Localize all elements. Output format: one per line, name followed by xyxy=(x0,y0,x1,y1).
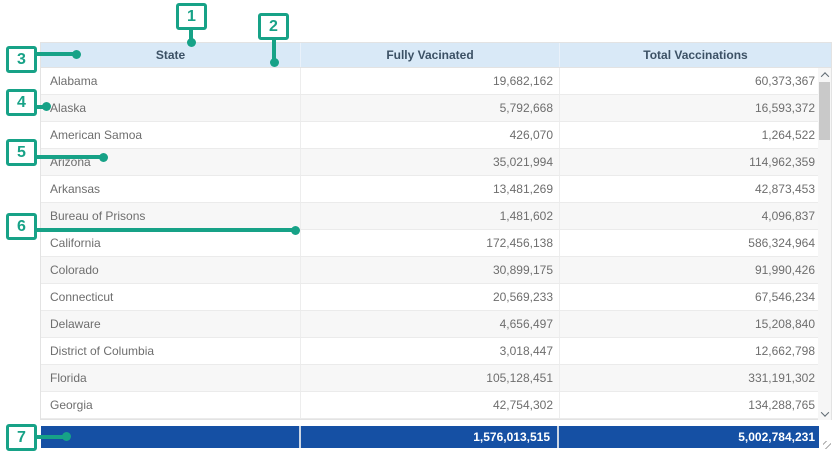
table-row[interactable]: American Samoa 426,070 1,264,522 xyxy=(41,122,831,149)
state-cell: Florida xyxy=(41,365,301,391)
state-cell: District of Columbia xyxy=(41,338,301,364)
table-row[interactable]: California 172,456,138 586,324,964 xyxy=(41,230,831,257)
callout-badge-7: 7 xyxy=(6,424,37,451)
fully-vaccinated-cell: 4,656,497 xyxy=(301,311,560,337)
state-cell: Connecticut xyxy=(41,284,301,310)
callout-stem-7 xyxy=(36,435,64,439)
table-row[interactable]: Alabama 19,682,162 60,373,367 xyxy=(41,68,831,95)
state-cell: Arizona xyxy=(41,149,301,175)
state-cell: Arkansas xyxy=(41,176,301,202)
total-vaccinations-cell: 331,191,302 xyxy=(560,365,831,391)
fully-vaccinated-cell: 105,128,451 xyxy=(301,365,560,391)
fully-vaccinated-cell: 13,481,269 xyxy=(301,176,560,202)
callout-badge-4: 4 xyxy=(6,89,37,116)
total-vaccinations-cell: 114,962,359 xyxy=(560,149,831,175)
fully-vaccinated-cell: 42,754,302 xyxy=(301,392,560,418)
callout-stem-2 xyxy=(272,39,276,60)
state-cell: Delaware xyxy=(41,311,301,337)
column-header-fully-vaccinated[interactable]: Fully Vacinated xyxy=(301,43,560,67)
callout-dot-4 xyxy=(42,102,51,111)
table-row[interactable]: Alaska 5,792,668 16,593,372 xyxy=(41,95,831,122)
fully-vaccinated-cell: 1,481,602 xyxy=(301,203,560,229)
fully-vaccinated-cell: 3,018,447 xyxy=(301,338,560,364)
total-vaccinations-cell: 12,662,798 xyxy=(560,338,831,364)
data-table-screen: State Fully Vacinated Total Vaccinations… xyxy=(0,0,833,453)
callout-badge-2: 2 xyxy=(258,13,289,40)
table-body: Alabama 19,682,162 60,373,367 Alaska 5,7… xyxy=(40,68,832,420)
fully-vaccinated-cell: 426,070 xyxy=(301,122,560,148)
state-cell: Bureau of Prisons xyxy=(41,203,301,229)
fully-vaccinated-cell: 30,899,175 xyxy=(301,257,560,283)
table-header-row: State Fully Vacinated Total Vaccinations xyxy=(40,42,832,68)
total-vaccinations-cell: 1,264,522 xyxy=(560,122,831,148)
scroll-up-button[interactable] xyxy=(818,68,831,81)
resize-grip-icon[interactable] xyxy=(823,441,831,449)
total-vaccinations-cell: 16,593,372 xyxy=(560,95,831,121)
vertical-scrollbar[interactable] xyxy=(818,68,831,420)
total-vaccinations-cell: 60,373,367 xyxy=(560,68,831,94)
fully-vaccinated-cell: 35,021,994 xyxy=(301,149,560,175)
callout-dot-6 xyxy=(291,226,300,235)
chevron-up-icon xyxy=(820,72,828,80)
table-row[interactable]: Arkansas 13,481,269 42,873,453 xyxy=(41,176,831,203)
table-row[interactable]: Delaware 4,656,497 15,208,840 xyxy=(41,311,831,338)
table-row[interactable]: Florida 105,128,451 331,191,302 xyxy=(41,365,831,392)
state-cell: California xyxy=(41,230,301,256)
fully-vaccinated-cell: 20,569,233 xyxy=(301,284,560,310)
table-row[interactable]: Bureau of Prisons 1,481,602 4,096,837 xyxy=(41,203,831,230)
table-totals-row: 1,576,013,515 5,002,784,231 xyxy=(41,426,819,448)
callout-stem-5 xyxy=(36,155,101,159)
state-cell: Georgia xyxy=(41,392,301,418)
fully-vaccinated-cell: 5,792,668 xyxy=(301,95,560,121)
callout-dot-3 xyxy=(72,50,81,59)
callout-dot-1 xyxy=(187,38,196,47)
total-vaccinations-cell: 134,288,765 xyxy=(560,392,831,418)
total-vaccinations-cell: 586,324,964 xyxy=(560,230,831,256)
total-vaccinations-cell: 91,990,426 xyxy=(560,257,831,283)
callout-badge-3: 3 xyxy=(6,46,37,73)
scroll-down-button[interactable] xyxy=(818,407,831,420)
table-row[interactable]: Connecticut 20,569,233 67,546,234 xyxy=(41,284,831,311)
fully-vaccinated-cell: 172,456,138 xyxy=(301,230,560,256)
column-header-total-vaccinations[interactable]: Total Vaccinations xyxy=(560,43,831,67)
chevron-down-icon xyxy=(820,408,828,416)
total-vaccinations-cell: 67,546,234 xyxy=(560,284,831,310)
table-row[interactable]: District of Columbia 3,018,447 12,662,79… xyxy=(41,338,831,365)
table-row[interactable]: Georgia 42,754,302 134,288,765 xyxy=(41,392,831,419)
table-row[interactable]: Colorado 30,899,175 91,990,426 xyxy=(41,257,831,284)
callout-dot-2 xyxy=(270,58,279,67)
state-cell: Alaska xyxy=(41,95,301,121)
total-vaccinations-cell: 42,873,453 xyxy=(560,176,831,202)
state-cell: Alabama xyxy=(41,68,301,94)
callout-badge-5: 5 xyxy=(6,139,37,166)
callout-dot-5 xyxy=(99,153,108,162)
totals-total-vaccinations-cell: 5,002,784,231 xyxy=(559,426,819,448)
callout-badge-6: 6 xyxy=(6,213,37,240)
state-cell: American Samoa xyxy=(41,122,301,148)
totals-fully-vaccinated-cell: 1,576,013,515 xyxy=(301,426,559,448)
callout-stem-3 xyxy=(36,52,75,56)
table-row[interactable]: Arizona 35,021,994 114,962,359 xyxy=(41,149,831,176)
fully-vaccinated-cell: 19,682,162 xyxy=(301,68,560,94)
scrollbar-thumb[interactable] xyxy=(819,82,830,140)
callout-stem-6 xyxy=(36,228,293,232)
callout-dot-7 xyxy=(62,432,71,441)
total-vaccinations-cell: 15,208,840 xyxy=(560,311,831,337)
callout-badge-1: 1 xyxy=(176,3,207,30)
state-cell: Colorado xyxy=(41,257,301,283)
totals-state-cell xyxy=(41,426,301,448)
total-vaccinations-cell: 4,096,837 xyxy=(560,203,831,229)
